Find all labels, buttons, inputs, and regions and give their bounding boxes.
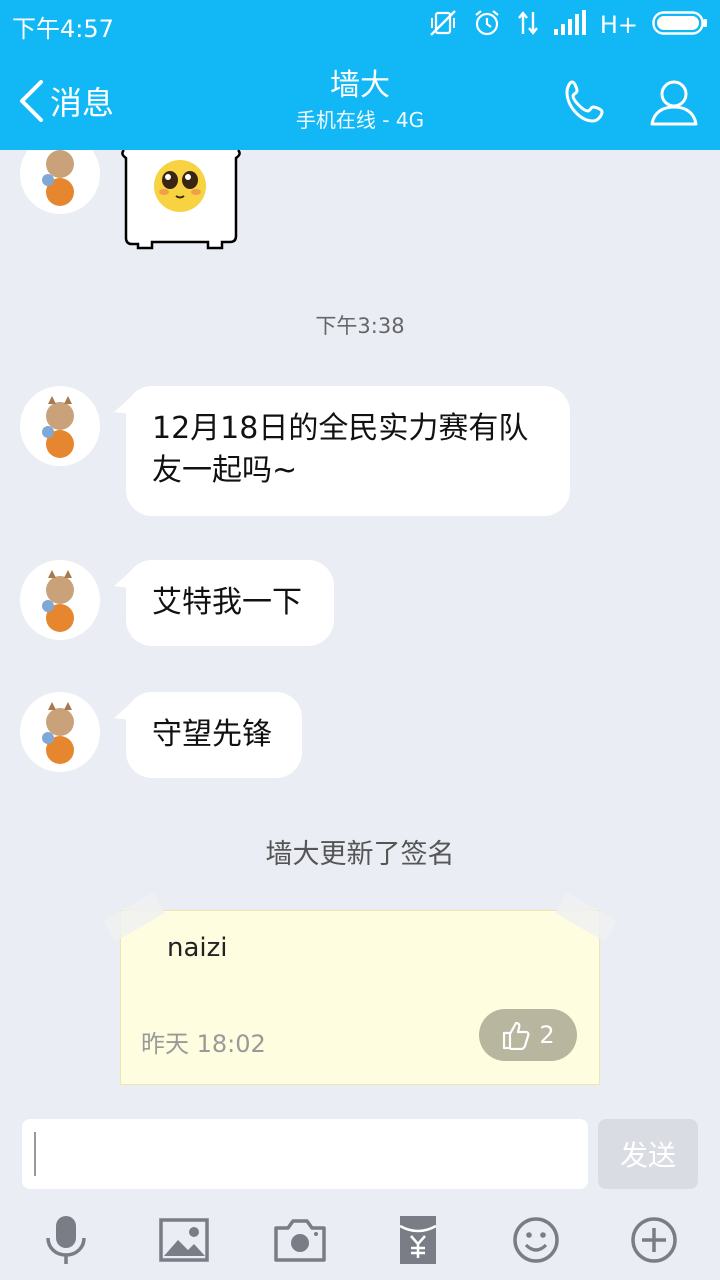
contact-status: 手机在线 - 4G <box>295 108 425 132</box>
send-button[interactable]: 发送 <box>598 1119 698 1189</box>
phone-icon <box>565 80 604 123</box>
user-icon <box>650 80 698 126</box>
signature-time: 昨天 18:02 <box>141 1030 266 1058</box>
chat-area[interactable]: 下午3:38 12月18日的全民实力赛有队 友一起吗~ 艾特我一下 守望先锋 墙… <box>0 150 720 1100</box>
thumbs-up-icon <box>503 1021 530 1050</box>
text-cursor <box>34 1132 36 1176</box>
status-time: 下午4:57 <box>12 15 114 43</box>
avatar[interactable] <box>20 150 100 214</box>
tape-decoration <box>102 892 166 942</box>
image-icon[interactable] <box>156 1212 212 1268</box>
red-packet-icon[interactable] <box>390 1212 446 1268</box>
camera-icon[interactable] <box>272 1212 328 1268</box>
call-button[interactable] <box>560 76 612 128</box>
message-bubble[interactable]: 艾特我一下 <box>126 560 334 646</box>
sticker-image[interactable] <box>118 150 246 250</box>
emoji-icon[interactable] <box>508 1212 564 1268</box>
plus-icon[interactable] <box>626 1212 682 1268</box>
message-text: 守望先锋 <box>152 717 272 752</box>
signal-icon <box>553 10 586 40</box>
message-text: 艾特我一下 <box>152 585 302 620</box>
profile-button[interactable] <box>648 76 700 128</box>
message-timestamp: 下午3:38 <box>315 314 405 338</box>
microphone-icon[interactable] <box>38 1212 94 1268</box>
system-message: 墙大更新了签名 <box>265 839 455 870</box>
like-button[interactable]: 2 <box>479 1009 577 1061</box>
message-bubble[interactable]: 12月18日的全民实力赛有队 友一起吗~ <box>126 386 570 516</box>
message-text: 友一起吗~ <box>152 453 298 488</box>
signature-text: naizi <box>167 933 228 963</box>
avatar[interactable] <box>20 386 100 466</box>
tape-decoration <box>554 892 618 942</box>
network-type: H+ <box>599 11 638 39</box>
signature-card[interactable]: naizi 昨天 18:02 2 <box>102 892 618 1085</box>
chat-header: 消息 墙大 手机在线 - 4G <box>0 50 720 150</box>
contact-name: 墙大 <box>330 68 390 103</box>
contact-info[interactable]: 墙大 手机在线 - 4G <box>210 66 510 134</box>
like-count: 2 <box>539 1021 555 1049</box>
message-input[interactable] <box>22 1119 588 1189</box>
input-toolbar <box>0 1200 720 1280</box>
data-transfer-icon <box>516 8 540 42</box>
back-label: 消息 <box>50 84 115 122</box>
alarm-icon <box>472 8 502 42</box>
chevron-left-icon <box>20 80 43 122</box>
avatar[interactable] <box>20 560 100 640</box>
message-bubble[interactable]: 守望先锋 <box>126 692 302 778</box>
back-button[interactable]: 消息 <box>18 76 114 126</box>
status-bar: 下午4:57 H+ <box>0 0 720 50</box>
avatar[interactable] <box>20 692 100 772</box>
vibrate-off-icon <box>428 8 458 42</box>
battery-icon <box>652 10 708 40</box>
message-text: 12月18日的全民实力赛有队 <box>152 411 529 446</box>
